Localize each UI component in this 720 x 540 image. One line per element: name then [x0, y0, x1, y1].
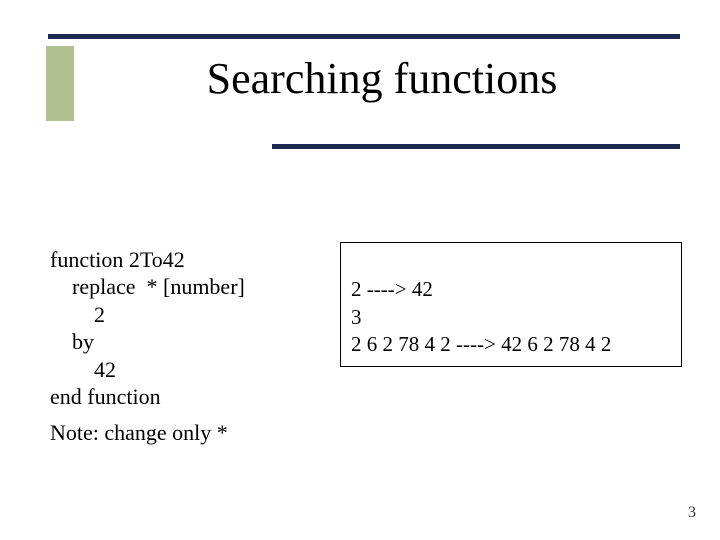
page-number: 3: [688, 504, 696, 522]
output-line: 2 ----> 42: [351, 277, 433, 301]
output-line: 2 6 2 78 4 2 ----> 42 6 2 78 4 2: [351, 332, 611, 356]
subtitle-divider: [272, 144, 680, 149]
slide-title: Searching functions: [84, 55, 680, 103]
code-line: end function: [50, 384, 161, 409]
output-box: 2 ----> 42 3 2 6 2 78 4 2 ----> 42 6 2 7…: [340, 242, 682, 367]
output-line: 3: [351, 305, 362, 329]
title-accent-block: [46, 46, 74, 121]
code-line: 42: [50, 357, 116, 382]
code-line: 2: [50, 302, 105, 327]
note-text: Note: change only *: [50, 420, 228, 446]
code-line: function 2To42: [50, 247, 185, 272]
slide: Searching functions function 2To42 repla…: [0, 0, 720, 540]
code-line: by: [50, 329, 94, 354]
code-line: replace * [number]: [50, 274, 245, 299]
function-code-block: function 2To42 replace * [number] 2 by 4…: [50, 218, 245, 411]
top-divider: [48, 34, 680, 39]
